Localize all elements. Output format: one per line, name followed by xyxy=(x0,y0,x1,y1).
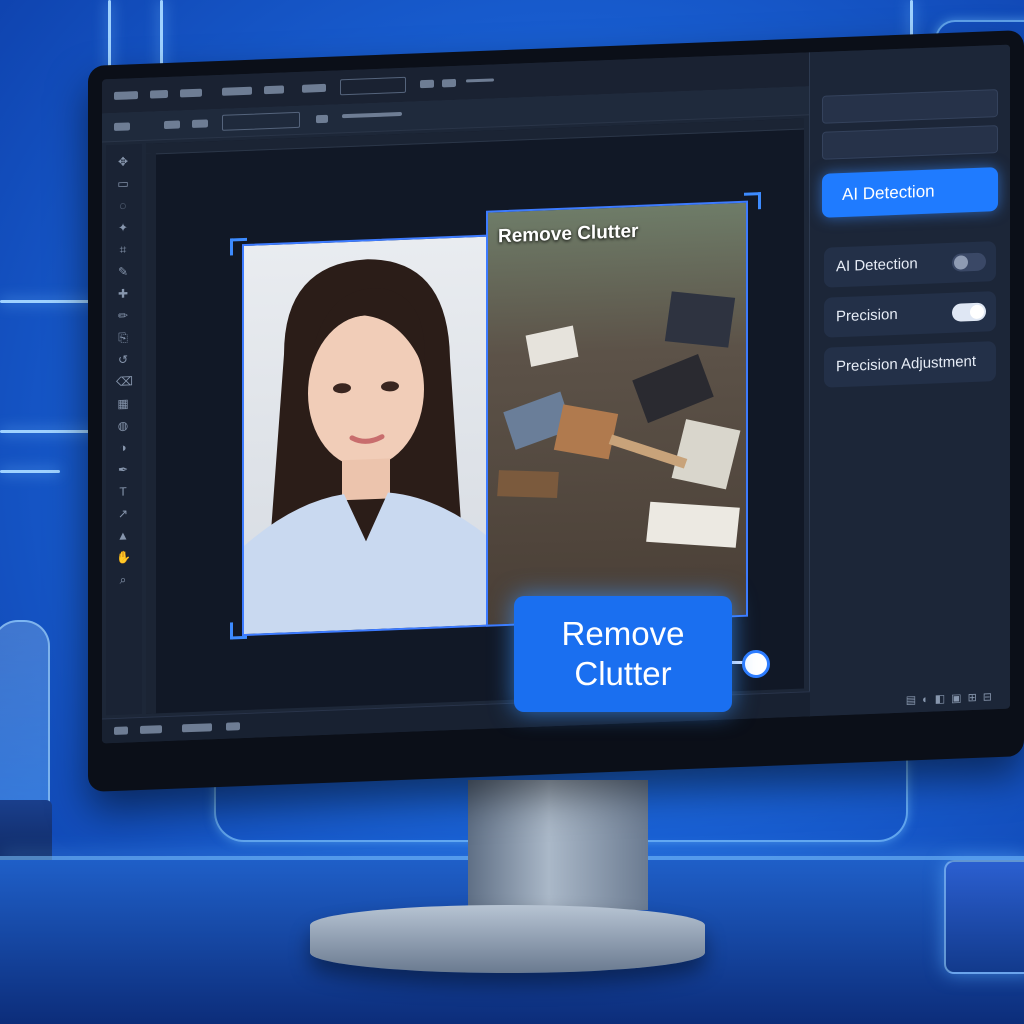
gradient-icon[interactable]: ▦ xyxy=(116,396,130,411)
desk-lamp xyxy=(0,620,50,824)
options-item[interactable] xyxy=(316,114,328,124)
zoom-slider[interactable] xyxy=(466,78,494,83)
options-item[interactable] xyxy=(164,120,180,130)
callout-line-2: Clutter xyxy=(574,655,672,692)
monitor-stand-base xyxy=(310,905,705,973)
status-item xyxy=(226,722,240,731)
delete-icon[interactable]: ⊟ xyxy=(983,691,998,704)
path-icon[interactable]: ↗ xyxy=(116,506,130,521)
precision-label: Precision xyxy=(836,305,898,326)
remove-clutter-button[interactable]: Remove Clutter xyxy=(514,596,732,712)
layers-icon[interactable]: ▤ xyxy=(906,694,922,707)
crop-icon[interactable]: ⌗ xyxy=(116,242,130,257)
options-dropdown[interactable] xyxy=(222,111,300,131)
menu-item[interactable] xyxy=(180,88,202,98)
status-item xyxy=(182,723,212,733)
desk-device xyxy=(944,860,1024,974)
options-item[interactable] xyxy=(192,119,208,129)
panel-select[interactable] xyxy=(822,89,998,124)
monitor-stand-neck xyxy=(468,780,648,910)
healing-icon[interactable]: ✚ xyxy=(116,286,130,301)
panel-header xyxy=(810,53,1010,89)
magic-wand-icon[interactable]: ✦ xyxy=(116,220,130,235)
options-item[interactable] xyxy=(342,111,402,119)
group-icon[interactable]: ▣ xyxy=(951,692,967,705)
portrait-illustration xyxy=(244,259,488,635)
ai-detection-button[interactable]: AI Detection xyxy=(822,167,998,218)
precision-adjustment-row[interactable]: Precision Adjustment xyxy=(824,341,996,388)
menu-item[interactable] xyxy=(150,89,168,99)
options-item[interactable] xyxy=(114,122,130,132)
panel-bottom-icons: ▤◐◧▣⊞⊟ xyxy=(906,690,998,707)
shape-icon[interactable]: ▲ xyxy=(116,528,130,543)
ai-detection-toggle[interactable] xyxy=(952,252,986,272)
properties-panel: AI Detection AI Detection Precision Prec… xyxy=(809,44,1010,717)
image-overlay-title: Remove Clutter xyxy=(498,220,639,248)
eyedropper-icon[interactable]: ✎ xyxy=(116,264,130,279)
menu-item[interactable] xyxy=(302,83,326,93)
new-layer-icon[interactable]: ⊞ xyxy=(968,692,983,705)
status-item xyxy=(140,725,162,735)
callout-handle[interactable] xyxy=(742,650,770,678)
menu-item[interactable] xyxy=(420,79,434,89)
precision-adjustment-label: Precision Adjustment xyxy=(836,352,977,376)
hand-icon[interactable]: ✋ xyxy=(116,550,131,565)
text-icon[interactable]: T xyxy=(116,484,130,499)
background-glow-line xyxy=(0,430,96,433)
menu-item[interactable] xyxy=(442,78,456,88)
move-icon[interactable]: ✥ xyxy=(116,154,130,169)
brush-icon[interactable]: ✏ xyxy=(116,308,130,323)
menu-item[interactable] xyxy=(264,85,284,95)
portrait-photo xyxy=(242,234,490,637)
ai-detection-row[interactable]: AI Detection xyxy=(824,241,996,288)
mask-icon[interactable]: ◧ xyxy=(935,693,951,706)
precision-toggle[interactable] xyxy=(952,302,986,322)
dodge-icon[interactable]: ◑ xyxy=(116,440,130,455)
callout-line-1: Remove xyxy=(561,615,685,652)
precision-row[interactable]: Precision xyxy=(824,291,996,338)
clutter-photo: Remove Clutter xyxy=(486,200,748,627)
lasso-icon[interactable]: ◌ xyxy=(116,198,130,213)
toolbar-dropdown[interactable] xyxy=(340,76,406,96)
background-glow-line xyxy=(0,300,96,303)
ruler-vertical xyxy=(146,153,156,714)
pen-icon[interactable]: ✒ xyxy=(116,462,130,477)
status-item xyxy=(114,726,128,736)
tools-panel: ✥ ▭ ◌ ✦ ⌗ ✎ ✚ ✏ ⎘ ↺ ⌫ ▦ ◍ ◑ ✒ T ↗ ▲ ✋ ⌕ xyxy=(106,143,142,716)
adjust-icon[interactable]: ◐ xyxy=(922,693,935,705)
eraser-icon[interactable]: ⌫ xyxy=(116,374,133,389)
panel-select[interactable] xyxy=(822,125,998,160)
marquee-icon[interactable]: ▭ xyxy=(116,176,130,191)
zoom-icon[interactable]: ⌕ xyxy=(116,572,130,587)
menu-item[interactable] xyxy=(222,86,252,96)
ai-detection-label: AI Detection xyxy=(836,255,918,276)
menu-item[interactable] xyxy=(114,91,138,101)
blur-icon[interactable]: ◍ xyxy=(116,418,130,433)
stamp-icon[interactable]: ⎘ xyxy=(116,330,130,345)
history-icon[interactable]: ↺ xyxy=(116,352,130,367)
background-glow-line xyxy=(0,470,60,473)
